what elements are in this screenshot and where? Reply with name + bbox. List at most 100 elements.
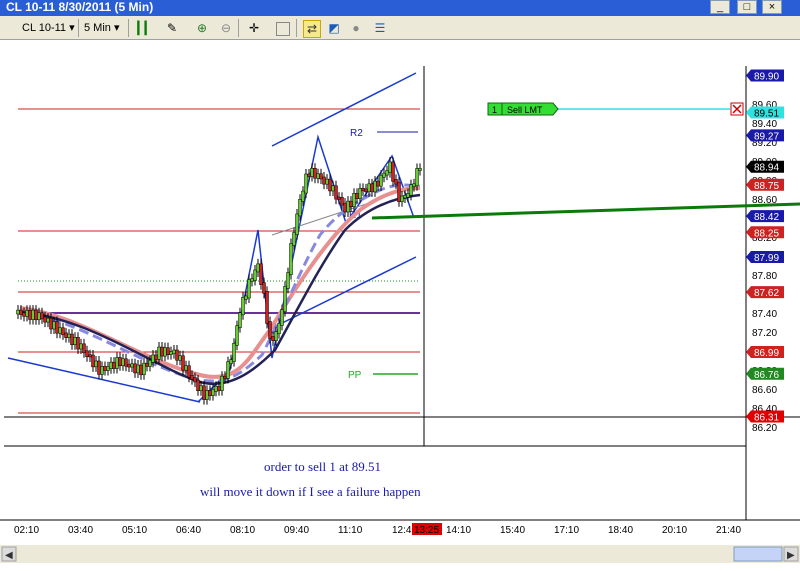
candle-body xyxy=(370,183,374,193)
candle-body xyxy=(115,357,119,369)
candle-body xyxy=(394,179,398,185)
candle-body xyxy=(286,272,290,289)
candle-body xyxy=(388,161,392,173)
annotation-line-2: will move it down if I see a failure hap… xyxy=(200,484,421,499)
time-tick-label: 08:10 xyxy=(230,525,255,536)
candle-body xyxy=(124,358,128,367)
candle-body xyxy=(268,321,272,339)
candle-body xyxy=(145,362,149,367)
candle-body xyxy=(112,361,116,369)
candle-body xyxy=(334,185,338,200)
candle-body xyxy=(121,358,125,366)
candle-body xyxy=(352,193,356,207)
candle-body xyxy=(205,390,209,400)
candle-body xyxy=(49,317,53,330)
candle-body xyxy=(130,363,134,368)
close-button[interactable]: × xyxy=(762,0,782,14)
candle-body xyxy=(328,178,332,192)
candle-body xyxy=(223,375,227,379)
candle-body xyxy=(172,349,176,354)
candle-body xyxy=(367,183,371,193)
candle-body xyxy=(82,343,86,354)
order-tag[interactable]: 1 Sell LMT xyxy=(487,102,559,116)
title-bar: CL 10-11 8/30/2011 (5 Min) _ □ × xyxy=(0,0,800,16)
candle-body xyxy=(91,354,95,368)
annotation-line-1: order to sell 1 at 89.51 xyxy=(264,459,381,474)
candle-body xyxy=(97,360,101,375)
candle-body xyxy=(277,323,281,334)
candle-body xyxy=(232,343,236,362)
order-label: Sell LMT xyxy=(507,105,543,115)
candle-body xyxy=(142,362,146,376)
candle-body xyxy=(136,364,140,374)
candle-body xyxy=(229,359,233,364)
strategy-icon[interactable]: ⇄ xyxy=(303,20,321,38)
instrument-selector[interactable]: CL 10-11 ▾ xyxy=(22,19,75,37)
horizontal-scrollbar[interactable]: ◀ ▶ xyxy=(0,545,800,563)
minimize-button[interactable]: _ xyxy=(710,0,730,14)
candle-body xyxy=(52,321,56,330)
interval-selector[interactable]: 5 Min ▾ xyxy=(84,19,119,37)
candle-body xyxy=(319,173,323,180)
candle-body xyxy=(217,385,221,391)
candle-body xyxy=(139,364,143,376)
candle-body xyxy=(37,312,41,321)
candle-body xyxy=(127,363,131,368)
price-tick-label: 89.40 xyxy=(752,119,777,130)
price-tag-label: 88.25 xyxy=(754,228,779,239)
time-tick-label: 17:10 xyxy=(554,525,579,536)
price-tick-label: 86.60 xyxy=(752,385,777,396)
cancel-order-icon[interactable] xyxy=(730,102,744,116)
candle-body xyxy=(346,200,350,213)
candle-body xyxy=(94,360,98,368)
order-icon[interactable]: ☰ xyxy=(372,20,388,36)
time-tick-label: 11:10 xyxy=(338,525,363,536)
price-tag-label: 89.51 xyxy=(754,109,779,120)
candle-body xyxy=(343,202,347,213)
price-tag-label: 89.90 xyxy=(754,72,779,83)
candle-body xyxy=(238,312,242,328)
price-tag-label: 87.99 xyxy=(754,253,779,264)
indicator-icon[interactable]: ◩ xyxy=(326,20,342,36)
candle-body xyxy=(259,263,263,285)
candle-body xyxy=(103,366,107,371)
candle-body xyxy=(25,310,29,317)
maximize-button[interactable]: □ xyxy=(737,0,757,14)
candle-body xyxy=(16,309,20,315)
candle-body xyxy=(283,286,287,312)
zoom-in-icon[interactable]: ⊕ xyxy=(194,20,210,36)
candle-body xyxy=(379,174,383,187)
candle-body xyxy=(196,379,200,391)
price-tick-label: 88.60 xyxy=(752,195,777,206)
data-box-icon[interactable] xyxy=(276,22,290,36)
time-tick-label: 18:40 xyxy=(608,525,633,536)
candle-body xyxy=(214,385,218,392)
chart-toolbar: CL 10-11 ▾ 5 Min ▾ ┃┃ ✎ ⊕ ⊖ ✛ ⇄ ◩ ● ☰ xyxy=(0,16,800,40)
price-tag-label: 89.27 xyxy=(754,131,779,142)
time-tick-label: 09:40 xyxy=(284,525,309,536)
pencil-icon[interactable]: ✎ xyxy=(164,20,180,36)
candle-body xyxy=(88,354,92,358)
crosshair-icon[interactable]: ✛ xyxy=(246,20,262,36)
candle-body xyxy=(157,346,161,360)
candle-body xyxy=(187,365,191,378)
order-qty: 1 xyxy=(492,105,497,115)
price-chart[interactable]: R2 R1 PP 1 Sell LMT order to sell 1 at 8… xyxy=(0,40,800,571)
candle-body xyxy=(271,336,275,341)
candle-body xyxy=(331,185,335,192)
candle-body xyxy=(250,278,254,282)
candle-body xyxy=(412,183,416,187)
candle-body xyxy=(364,188,368,193)
properties-icon[interactable]: ● xyxy=(348,20,364,36)
zoom-out-icon[interactable]: ⊖ xyxy=(218,20,234,36)
candle-body xyxy=(322,176,326,185)
candle-body xyxy=(58,327,62,334)
candle-body xyxy=(19,309,23,315)
window-title: CL 10-11 8/30/2011 (5 Min) xyxy=(6,0,154,14)
candle-body xyxy=(373,180,377,193)
price-tag-label: 88.94 xyxy=(754,163,779,174)
price-tag-label: 87.62 xyxy=(754,288,779,299)
candlestick-icon[interactable]: ┃┃ xyxy=(134,20,150,36)
candle-body xyxy=(340,197,344,206)
candle-body xyxy=(226,361,230,379)
